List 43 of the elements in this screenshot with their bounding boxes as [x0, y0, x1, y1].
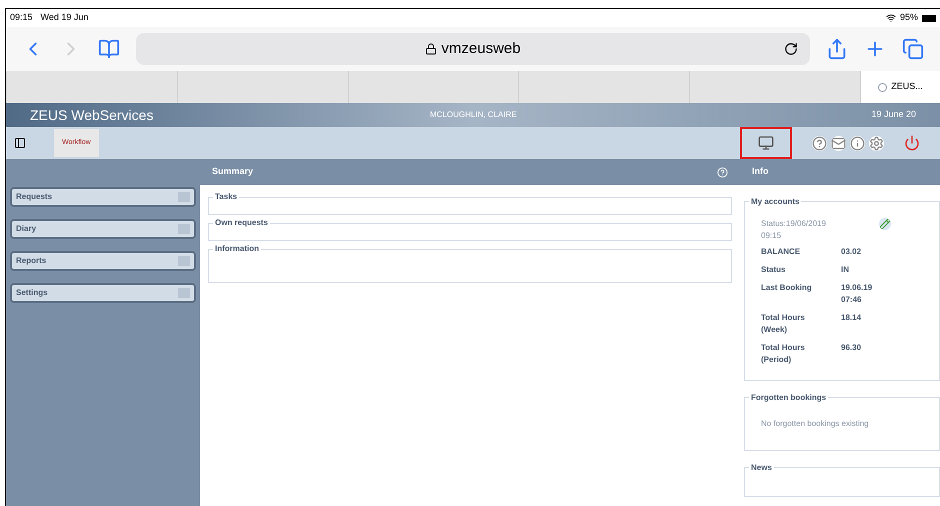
- account-label: BALANCE: [761, 246, 802, 258]
- edit-icon[interactable]: [879, 218, 891, 230]
- account-value: 18.14: [841, 312, 862, 324]
- help-icon[interactable]: [812, 136, 827, 150]
- account-label: Total Hours (Period): [761, 342, 806, 366]
- sidebar-item[interactable]: Settings: [10, 283, 196, 303]
- panel-icon[interactable]: [14, 137, 26, 149]
- terminal-icon: [758, 135, 774, 151]
- battery-text: 95%: [900, 11, 918, 24]
- settings-icon[interactable]: [869, 136, 884, 150]
- section-title: Summary: [212, 165, 254, 178]
- mail-icon[interactable]: [831, 136, 846, 150]
- user-name: MCLOUGHLIN, CLAIRE: [430, 109, 518, 121]
- terminal-button[interactable]: [740, 127, 792, 159]
- status-text: Status:19/06/2019 09:15: [761, 218, 827, 242]
- reload-icon[interactable]: [784, 42, 798, 56]
- sidebar-item[interactable]: Diary: [10, 219, 196, 239]
- account-value: IN: [841, 264, 850, 276]
- account-label: Total Hours (Week): [761, 312, 806, 336]
- wifi-icon: [886, 13, 896, 23]
- account-value: 03.02: [841, 246, 862, 258]
- address-field[interactable]: vmzeusweb: [136, 33, 810, 65]
- browser-tab[interactable]: ZEUS...: [860, 71, 940, 103]
- app-title: ZEUS WebServices: [30, 106, 154, 124]
- globe-icon: [878, 82, 888, 92]
- empty-message: No forgotten bookings existing: [761, 419, 869, 428]
- account-label: Status: [761, 264, 786, 276]
- account-value: 96.30: [841, 342, 862, 354]
- status-time: 09:15: [10, 11, 33, 24]
- share-icon[interactable]: [826, 38, 848, 60]
- info-icon[interactable]: [850, 136, 865, 150]
- section-title: Info: [752, 165, 768, 178]
- sidebar-item[interactable]: Requests: [10, 187, 196, 207]
- logout-icon[interactable]: [904, 135, 920, 151]
- tabs-icon[interactable]: [902, 38, 924, 60]
- bookmarks-icon[interactable]: [98, 38, 120, 60]
- account-value: 19.06.19 07:46: [841, 282, 874, 306]
- account-label: Last Booking: [761, 282, 813, 294]
- battery-icon: [922, 14, 936, 22]
- header-date: 19 June 20: [871, 108, 916, 122]
- status-date: Wed 19 Jun: [40, 11, 88, 24]
- sidebar-item[interactable]: Reports: [10, 251, 196, 271]
- lock-icon: [425, 43, 438, 55]
